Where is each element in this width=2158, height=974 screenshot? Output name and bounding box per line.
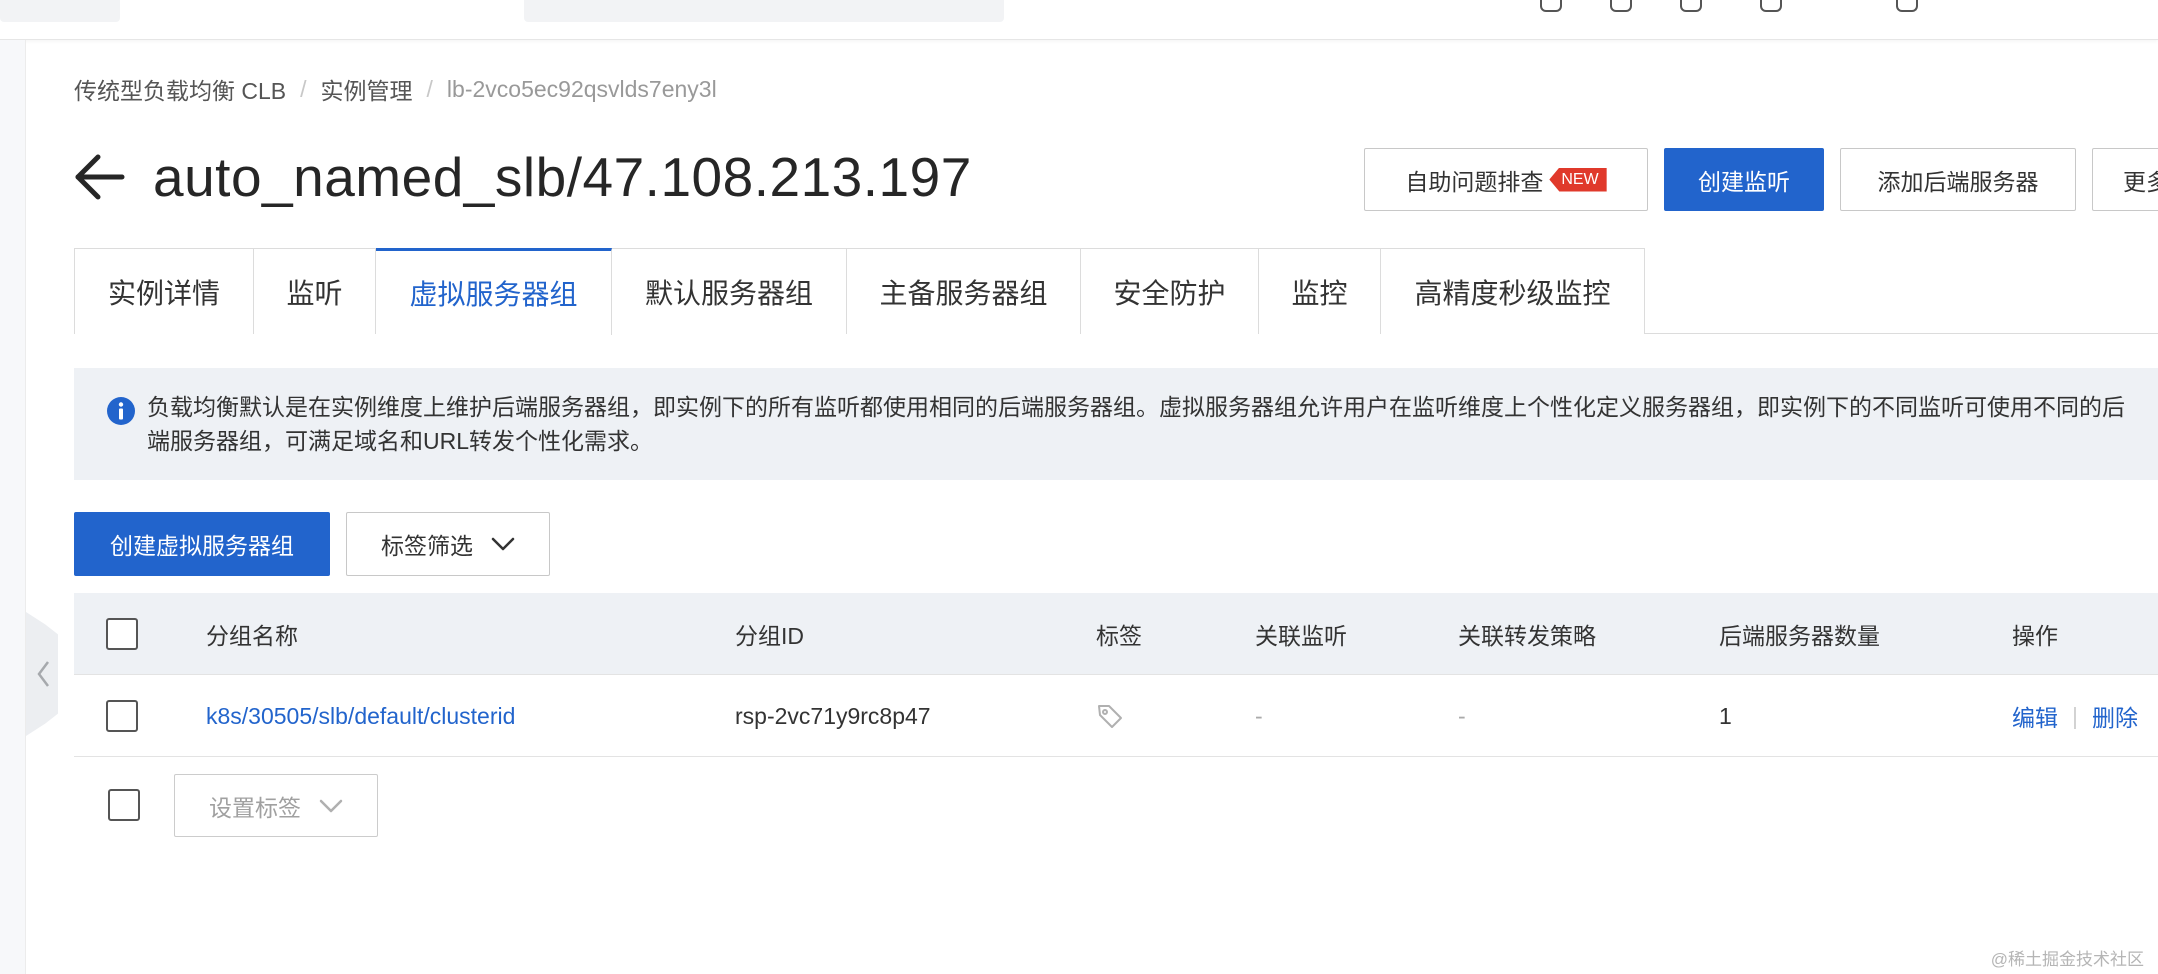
console-page: 传统型负载均衡 CLB / 实例管理 / lb-2vco5ec92qsvlds7… <box>0 0 2158 974</box>
chevron-left-icon <box>37 661 49 687</box>
row-checkbox[interactable] <box>106 700 138 732</box>
header-listeners: 关联监听 <box>1255 623 1347 649</box>
select-all-checkbox[interactable] <box>106 618 138 650</box>
policies-cell: - <box>1458 702 1466 729</box>
page-title: auto_named_slb/47.108.213.197 <box>153 146 972 208</box>
delete-link[interactable]: 删除 <box>2092 699 2138 733</box>
footer-select-all-checkbox[interactable] <box>108 789 140 821</box>
self-troubleshoot-label: 自助问题排查 <box>1405 168 1544 195</box>
actions-cell: 编辑 | 删除 <box>2012 675 2138 757</box>
sidebar-strip <box>0 40 26 974</box>
edit-link[interactable]: 编辑 <box>2012 699 2058 733</box>
top-nav-bell-icon[interactable] <box>1680 0 1702 12</box>
group-name-link[interactable]: k8s/30505/slb/default/clusterid <box>206 703 515 730</box>
top-nav-help-icon[interactable] <box>1896 0 1918 12</box>
info-icon <box>107 397 135 425</box>
tag-filter-dropdown[interactable]: 标签筛选 <box>346 512 550 576</box>
tag-icon[interactable] <box>1096 702 1124 730</box>
tab-bar: 实例详情 监听 虚拟服务器组 默认服务器组 主备服务器组 安全防护 监控 高精度… <box>74 248 2158 335</box>
tab-instance-details[interactable]: 实例详情 <box>74 248 254 334</box>
new-badge: NEW <box>1549 167 1607 192</box>
top-nav-search-box[interactable] <box>524 0 1004 22</box>
action-separator: | <box>2072 702 2078 729</box>
chevron-down-icon <box>319 799 343 812</box>
create-vserver-group-label: 创建虚拟服务器组 <box>110 533 294 559</box>
top-nav-message-icon[interactable] <box>1610 0 1632 12</box>
breadcrumb-current-instance: lb-2vco5ec92qsvlds7eny3l <box>446 75 717 102</box>
watermark: @稀土掘金技术社区 <box>1990 950 2144 969</box>
chevron-down-icon <box>491 537 515 551</box>
create-vserver-group-button[interactable]: 创建虚拟服务器组 <box>74 512 330 576</box>
breadcrumb: 传统型负载均衡 CLB / 实例管理 / lb-2vco5ec92qsvlds7… <box>74 72 717 106</box>
listeners-cell: - <box>1255 702 1263 729</box>
tab-listeners[interactable]: 监听 <box>254 248 376 334</box>
breadcrumb-separator: / <box>300 75 307 102</box>
info-text-line-1: 负载均衡默认是在实例维度上维护后端服务器组，即实例下的所有监听都使用相同的后端服… <box>147 394 2125 420</box>
top-nav-document-icon[interactable] <box>1540 0 1562 12</box>
group-id-cell: rsp-2vc71y9rc8p47 <box>735 702 931 729</box>
more-button[interactable]: 更多 <box>2092 148 2158 211</box>
tab-high-precision-monitoring[interactable]: 高精度秒级监控 <box>1381 248 1645 334</box>
header-actions: 操作 <box>2012 623 2058 649</box>
top-nav-cart-icon[interactable] <box>1760 0 1782 12</box>
tab-default-server-group[interactable]: 默认服务器组 <box>612 248 847 334</box>
backend-count-cell: 1 <box>1719 702 1732 729</box>
more-label: 更多 <box>2123 168 2158 195</box>
header-forwarding-policies: 关联转发策略 <box>1458 623 1596 649</box>
top-nav-menu-button[interactable] <box>0 0 120 22</box>
table-header-row: 分组名称 分组ID 标签 关联监听 关联转发策略 后端服务器数量 操作 <box>74 593 2158 675</box>
tab-security-protection[interactable]: 安全防护 <box>1081 248 1259 334</box>
tab-monitoring[interactable]: 监控 <box>1259 248 1381 334</box>
top-navigation-bar <box>0 0 2158 40</box>
info-text-line-2: 端服务器组，可满足域名和URL转发个性化需求。 <box>147 428 654 454</box>
tab-vserver-groups[interactable]: 虚拟服务器组 <box>376 248 612 335</box>
create-listener-label: 创建监听 <box>1698 168 1790 195</box>
add-backend-server-label: 添加后端服务器 <box>1877 168 2039 195</box>
tag-filter-label: 标签筛选 <box>381 533 473 559</box>
info-text: 负载均衡默认是在实例维度上维护后端服务器组，即实例下的所有监听都使用相同的后端服… <box>147 390 2158 458</box>
set-tag-dropdown[interactable]: 设置标签 <box>174 774 378 837</box>
sidebar-collapse-handle[interactable] <box>26 612 58 736</box>
tab-master-slave-group[interactable]: 主备服务器组 <box>847 248 1081 334</box>
info-notice: 负载均衡默认是在实例维度上维护后端服务器组，即实例下的所有监听都使用相同的后端服… <box>74 368 2158 480</box>
header-group-name: 分组名称 <box>206 623 298 649</box>
header-tags: 标签 <box>1096 623 1142 649</box>
breadcrumb-clb[interactable]: 传统型负载均衡 CLB <box>74 72 286 106</box>
self-troubleshoot-button[interactable]: 自助问题排查 NEW <box>1364 148 1648 211</box>
set-tag-label: 设置标签 <box>209 794 301 821</box>
tag-cell <box>1096 675 1124 757</box>
header-group-id: 分组ID <box>735 623 804 649</box>
header-backend-count: 后端服务器数量 <box>1719 623 1880 649</box>
table-row: k8s/30505/slb/default/clusterid rsp-2vc7… <box>74 675 2158 757</box>
group-name-cell: k8s/30505/slb/default/clusterid <box>206 675 515 757</box>
select-all-cell <box>106 593 138 675</box>
row-select-cell <box>106 675 138 757</box>
breadcrumb-separator: / <box>426 75 433 102</box>
back-arrow-icon[interactable] <box>72 152 126 202</box>
vserver-group-table: 分组名称 分组ID 标签 关联监听 关联转发策略 后端服务器数量 操作 k8s/… <box>74 593 2158 757</box>
create-listener-button[interactable]: 创建监听 <box>1664 148 1824 211</box>
add-backend-server-button[interactable]: 添加后端服务器 <box>1840 148 2076 211</box>
breadcrumb-instance-management[interactable]: 实例管理 <box>321 72 413 106</box>
